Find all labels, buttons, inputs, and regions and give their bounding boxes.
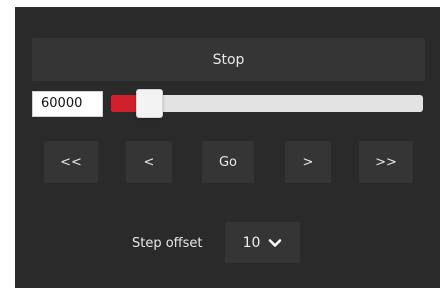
position-slider-thumb[interactable] [136, 89, 163, 118]
go-button[interactable]: Go [202, 141, 254, 183]
forward-fast-button[interactable]: >> [359, 141, 413, 183]
step-offset-value: 10 [242, 234, 261, 251]
step-offset-label: Step offset [132, 236, 203, 251]
rewind-fast-button[interactable]: << [44, 141, 98, 183]
stop-button[interactable]: Stop [32, 38, 425, 81]
position-input[interactable]: 60000 [32, 91, 103, 117]
position-slider-fill [111, 95, 136, 112]
chevron-down-icon [269, 238, 282, 247]
step-forward-button[interactable]: > [285, 141, 331, 183]
control-panel: Stop 60000 << < Go > >> Step offset 10 [15, 7, 440, 288]
step-offset-select[interactable]: 10 [225, 222, 300, 263]
step-back-button[interactable]: < [126, 141, 172, 183]
